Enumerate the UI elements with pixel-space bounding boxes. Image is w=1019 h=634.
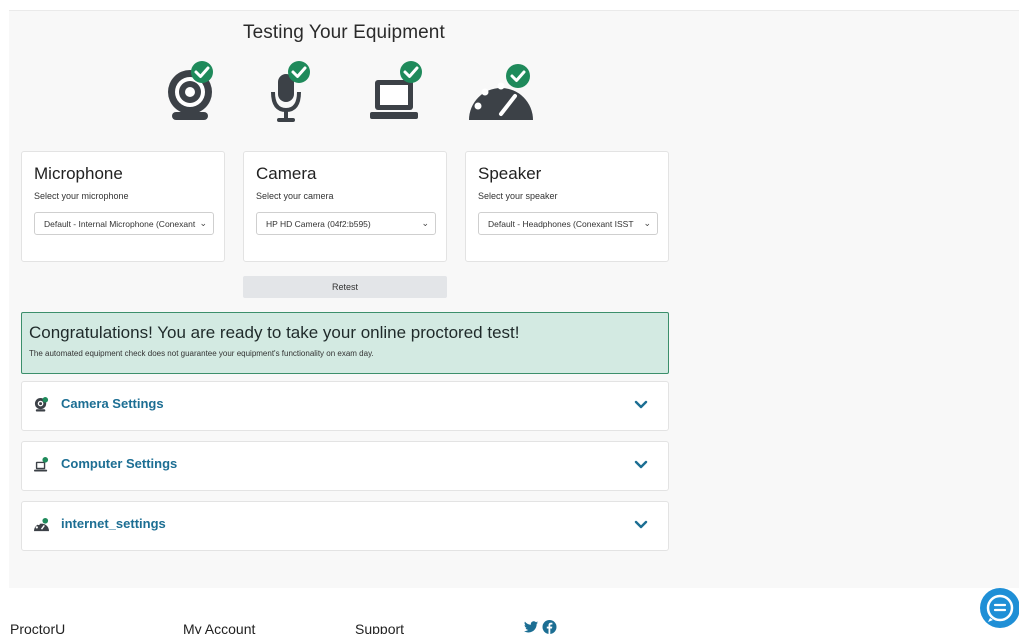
speaker-card: Speaker Select your speaker Default - He… [465, 151, 669, 262]
card-subtitle: Select your camera [256, 191, 334, 201]
chevron-down-icon: ⌄ [421, 218, 429, 228]
card-subtitle: Select your speaker [478, 191, 558, 201]
footer-support[interactable]: Support [355, 621, 404, 634]
camera-card: Camera Select your camera HP HD Camera (… [243, 151, 447, 262]
laptop-icon [34, 457, 49, 472]
chevron-down-icon [634, 460, 648, 469]
selected-value: Default - Internal Microphone (Conexant [44, 219, 196, 229]
twitter-icon[interactable] [524, 620, 539, 634]
card-title: Microphone [34, 164, 123, 183]
laptop-icon [370, 60, 440, 126]
internet-settings-accordion[interactable]: internet_settings [21, 501, 669, 551]
footer-my-account[interactable]: My Account [183, 621, 255, 634]
footer-brand[interactable]: ProctorU [10, 621, 65, 634]
page-title: Testing Your Equipment [243, 22, 445, 43]
chevron-down-icon [634, 520, 648, 529]
card-title: Camera [256, 164, 317, 183]
card-subtitle: Select your microphone [34, 191, 129, 201]
selected-value: HP HD Camera (04f2:b595) [266, 219, 371, 229]
retest-button[interactable]: Retest [243, 276, 447, 298]
camera-settings-accordion[interactable]: Camera Settings [21, 381, 669, 431]
accordion-label: Camera Settings [61, 396, 164, 411]
speaker-select[interactable]: Default - Headphones (Conexant ISST ⌄ [478, 212, 658, 235]
selected-value: Default - Headphones (Conexant ISST [488, 219, 634, 229]
webcam-icon [34, 397, 49, 412]
card-title: Speaker [478, 164, 542, 183]
accordion-label: Computer Settings [61, 456, 178, 471]
chevron-down-icon: ⌄ [643, 218, 651, 228]
microphone-card: Microphone Select your microphone Defaul… [21, 151, 225, 262]
computer-settings-accordion[interactable]: Computer Settings [21, 441, 669, 491]
chat-icon [986, 594, 1014, 622]
disclaimer-text: The automated equipment check does not g… [29, 349, 374, 358]
microphone-select[interactable]: Default - Internal Microphone (Conexant … [34, 212, 214, 235]
chevron-down-icon [634, 400, 648, 409]
speedometer-icon [467, 60, 537, 126]
webcam-icon [162, 60, 232, 126]
success-alert: Congratulations! You are ready to take y… [21, 312, 669, 374]
speedometer-icon [34, 517, 49, 532]
chat-button[interactable] [980, 588, 1019, 628]
microphone-icon [268, 60, 338, 126]
success-heading: Congratulations! You are ready to take y… [29, 323, 520, 342]
accordion-label: internet_settings [61, 516, 166, 531]
camera-select[interactable]: HP HD Camera (04f2:b595) ⌄ [256, 212, 436, 235]
facebook-icon[interactable] [542, 620, 557, 634]
chevron-down-icon: ⌄ [199, 218, 207, 228]
